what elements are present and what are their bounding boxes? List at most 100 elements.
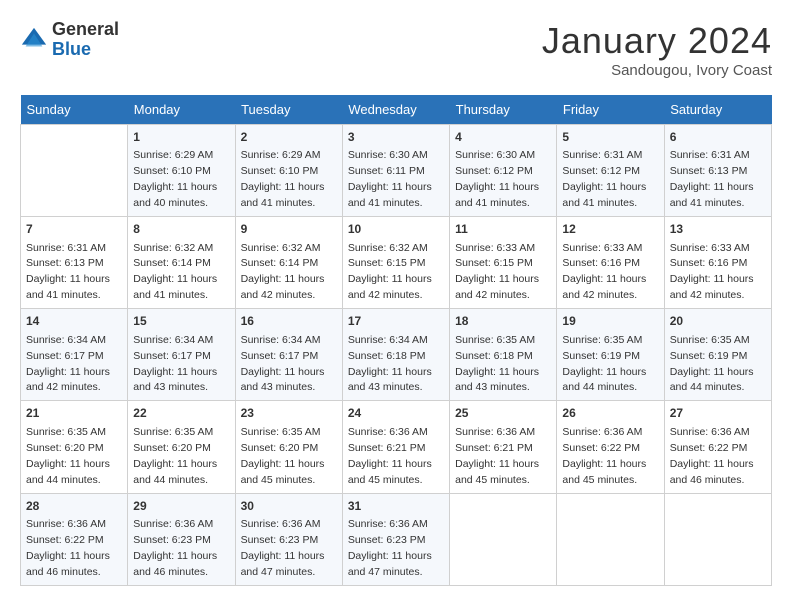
day-info: Sunrise: 6:35 AM Sunset: 6:20 PM Dayligh…	[241, 426, 325, 486]
week-row-4: 21 Sunrise: 6:35 AM Sunset: 6:20 PM Dayli…	[21, 401, 772, 493]
week-row-3: 14 Sunrise: 6:34 AM Sunset: 6:17 PM Dayli…	[21, 309, 772, 401]
logo-blue: Blue	[52, 39, 91, 59]
day-number: 31	[348, 498, 444, 515]
day-number: 22	[133, 405, 229, 422]
day-cell: 31 Sunrise: 6:36 AM Sunset: 6:23 PM Dayli…	[342, 493, 449, 585]
day-number: 4	[455, 129, 551, 146]
day-info: Sunrise: 6:34 AM Sunset: 6:18 PM Dayligh…	[348, 334, 432, 394]
day-cell: 25 Sunrise: 6:36 AM Sunset: 6:21 PM Dayli…	[450, 401, 557, 493]
day-number: 12	[562, 221, 658, 238]
day-number: 18	[455, 313, 551, 330]
day-info: Sunrise: 6:35 AM Sunset: 6:20 PM Dayligh…	[133, 426, 217, 486]
logo-text: General Blue	[52, 20, 119, 60]
day-cell: 1 Sunrise: 6:29 AM Sunset: 6:10 PM Daylig…	[128, 125, 235, 217]
calendar-table: SundayMondayTuesdayWednesdayThursdayFrid…	[20, 95, 772, 586]
day-info: Sunrise: 6:34 AM Sunset: 6:17 PM Dayligh…	[241, 334, 325, 394]
logo-general: General	[52, 19, 119, 39]
day-number: 29	[133, 498, 229, 515]
day-number: 19	[562, 313, 658, 330]
day-info: Sunrise: 6:35 AM Sunset: 6:20 PM Dayligh…	[26, 426, 110, 486]
logo-icon	[20, 26, 48, 54]
day-cell: 4Sunrise: 6:30 AM Sunset: 6:12 PM Daylig…	[450, 125, 557, 217]
day-cell: 15 Sunrise: 6:34 AM Sunset: 6:17 PM Dayli…	[128, 309, 235, 401]
day-info: Sunrise: 6:32 AM Sunset: 6:15 PM Dayligh…	[348, 242, 432, 302]
day-cell: 12 Sunrise: 6:33 AM Sunset: 6:16 PM Dayli…	[557, 217, 664, 309]
day-number: 14	[26, 313, 122, 330]
day-cell: 24Sunrise: 6:36 AM Sunset: 6:21 PM Dayli…	[342, 401, 449, 493]
day-cell: 27Sunrise: 6:36 AM Sunset: 6:22 PM Dayli…	[664, 401, 771, 493]
day-number: 11	[455, 221, 551, 238]
day-number: 6	[670, 129, 766, 146]
day-info: Sunrise: 6:33 AM Sunset: 6:15 PM Dayligh…	[455, 242, 539, 302]
day-info: Sunrise: 6:36 AM Sunset: 6:23 PM Dayligh…	[133, 518, 217, 578]
day-number: 7	[26, 221, 122, 238]
day-info: Sunrise: 6:33 AM Sunset: 6:16 PM Dayligh…	[670, 242, 754, 302]
title-block: January 2024 Sandougou, Ivory Coast	[542, 20, 772, 79]
day-cell: 9 Sunrise: 6:32 AM Sunset: 6:14 PM Daylig…	[235, 217, 342, 309]
day-info: Sunrise: 6:36 AM Sunset: 6:22 PM Dayligh…	[26, 518, 110, 578]
day-number: 8	[133, 221, 229, 238]
day-cell: 6 Sunrise: 6:31 AM Sunset: 6:13 PM Daylig…	[664, 125, 771, 217]
day-info: Sunrise: 6:36 AM Sunset: 6:22 PM Dayligh…	[562, 426, 646, 486]
month-title: January 2024	[542, 20, 772, 62]
day-number: 26	[562, 405, 658, 422]
day-number: 1	[133, 129, 229, 146]
day-cell: 23 Sunrise: 6:35 AM Sunset: 6:20 PM Dayli…	[235, 401, 342, 493]
day-number: 3	[348, 129, 444, 146]
day-number: 5	[562, 129, 658, 146]
day-info: Sunrise: 6:35 AM Sunset: 6:19 PM Dayligh…	[670, 334, 754, 394]
day-cell: 20 Sunrise: 6:35 AM Sunset: 6:19 PM Dayli…	[664, 309, 771, 401]
day-cell: 19Sunrise: 6:35 AM Sunset: 6:19 PM Dayli…	[557, 309, 664, 401]
day-number: 25	[455, 405, 551, 422]
day-info: Sunrise: 6:36 AM Sunset: 6:21 PM Dayligh…	[455, 426, 539, 486]
weekday-header-thursday: Thursday	[450, 95, 557, 125]
day-info: Sunrise: 6:36 AM Sunset: 6:22 PM Dayligh…	[670, 426, 754, 486]
logo: General Blue	[20, 20, 119, 60]
weekday-header-monday: Monday	[128, 95, 235, 125]
calendar-header: SundayMondayTuesdayWednesdayThursdayFrid…	[21, 95, 772, 125]
day-cell: 10 Sunrise: 6:32 AM Sunset: 6:15 PM Dayli…	[342, 217, 449, 309]
day-info: Sunrise: 6:29 AM Sunset: 6:10 PM Dayligh…	[133, 149, 217, 209]
weekday-header-wednesday: Wednesday	[342, 95, 449, 125]
day-cell: 18 Sunrise: 6:35 AM Sunset: 6:18 PM Dayli…	[450, 309, 557, 401]
day-info: Sunrise: 6:33 AM Sunset: 6:16 PM Dayligh…	[562, 242, 646, 302]
day-cell: 14Sunrise: 6:34 AM Sunset: 6:17 PM Dayli…	[21, 309, 128, 401]
day-info: Sunrise: 6:34 AM Sunset: 6:17 PM Dayligh…	[133, 334, 217, 394]
day-number: 21	[26, 405, 122, 422]
day-number: 30	[241, 498, 337, 515]
day-cell: 26 Sunrise: 6:36 AM Sunset: 6:22 PM Dayli…	[557, 401, 664, 493]
day-cell: 28 Sunrise: 6:36 AM Sunset: 6:22 PM Dayli…	[21, 493, 128, 585]
day-info: Sunrise: 6:30 AM Sunset: 6:11 PM Dayligh…	[348, 149, 432, 209]
day-number: 23	[241, 405, 337, 422]
day-cell	[557, 493, 664, 585]
day-cell: 17Sunrise: 6:34 AM Sunset: 6:18 PM Dayli…	[342, 309, 449, 401]
weekday-row: SundayMondayTuesdayWednesdayThursdayFrid…	[21, 95, 772, 125]
day-info: Sunrise: 6:35 AM Sunset: 6:18 PM Dayligh…	[455, 334, 539, 394]
day-cell: 21 Sunrise: 6:35 AM Sunset: 6:20 PM Dayli…	[21, 401, 128, 493]
week-row-1: 1 Sunrise: 6:29 AM Sunset: 6:10 PM Daylig…	[21, 125, 772, 217]
day-cell: 3 Sunrise: 6:30 AM Sunset: 6:11 PM Daylig…	[342, 125, 449, 217]
day-number: 9	[241, 221, 337, 238]
day-cell: 7Sunrise: 6:31 AM Sunset: 6:13 PM Daylig…	[21, 217, 128, 309]
day-cell: 29 Sunrise: 6:36 AM Sunset: 6:23 PM Dayli…	[128, 493, 235, 585]
day-cell: 30 Sunrise: 6:36 AM Sunset: 6:23 PM Dayli…	[235, 493, 342, 585]
day-info: Sunrise: 6:31 AM Sunset: 6:13 PM Dayligh…	[670, 149, 754, 209]
day-cell	[664, 493, 771, 585]
day-number: 20	[670, 313, 766, 330]
day-number: 10	[348, 221, 444, 238]
day-info: Sunrise: 6:36 AM Sunset: 6:23 PM Dayligh…	[348, 518, 432, 578]
day-number: 15	[133, 313, 229, 330]
week-row-2: 7Sunrise: 6:31 AM Sunset: 6:13 PM Daylig…	[21, 217, 772, 309]
day-info: Sunrise: 6:36 AM Sunset: 6:23 PM Dayligh…	[241, 518, 325, 578]
day-cell	[450, 493, 557, 585]
page-header: General Blue January 2024 Sandougou, Ivo…	[20, 20, 772, 79]
day-cell: 16 Sunrise: 6:34 AM Sunset: 6:17 PM Dayli…	[235, 309, 342, 401]
day-cell: 8Sunrise: 6:32 AM Sunset: 6:14 PM Daylig…	[128, 217, 235, 309]
day-number: 28	[26, 498, 122, 515]
day-info: Sunrise: 6:32 AM Sunset: 6:14 PM Dayligh…	[241, 242, 325, 302]
weekday-header-saturday: Saturday	[664, 95, 771, 125]
day-number: 16	[241, 313, 337, 330]
week-row-5: 28 Sunrise: 6:36 AM Sunset: 6:22 PM Dayli…	[21, 493, 772, 585]
day-cell	[21, 125, 128, 217]
day-cell: 5Sunrise: 6:31 AM Sunset: 6:12 PM Daylig…	[557, 125, 664, 217]
